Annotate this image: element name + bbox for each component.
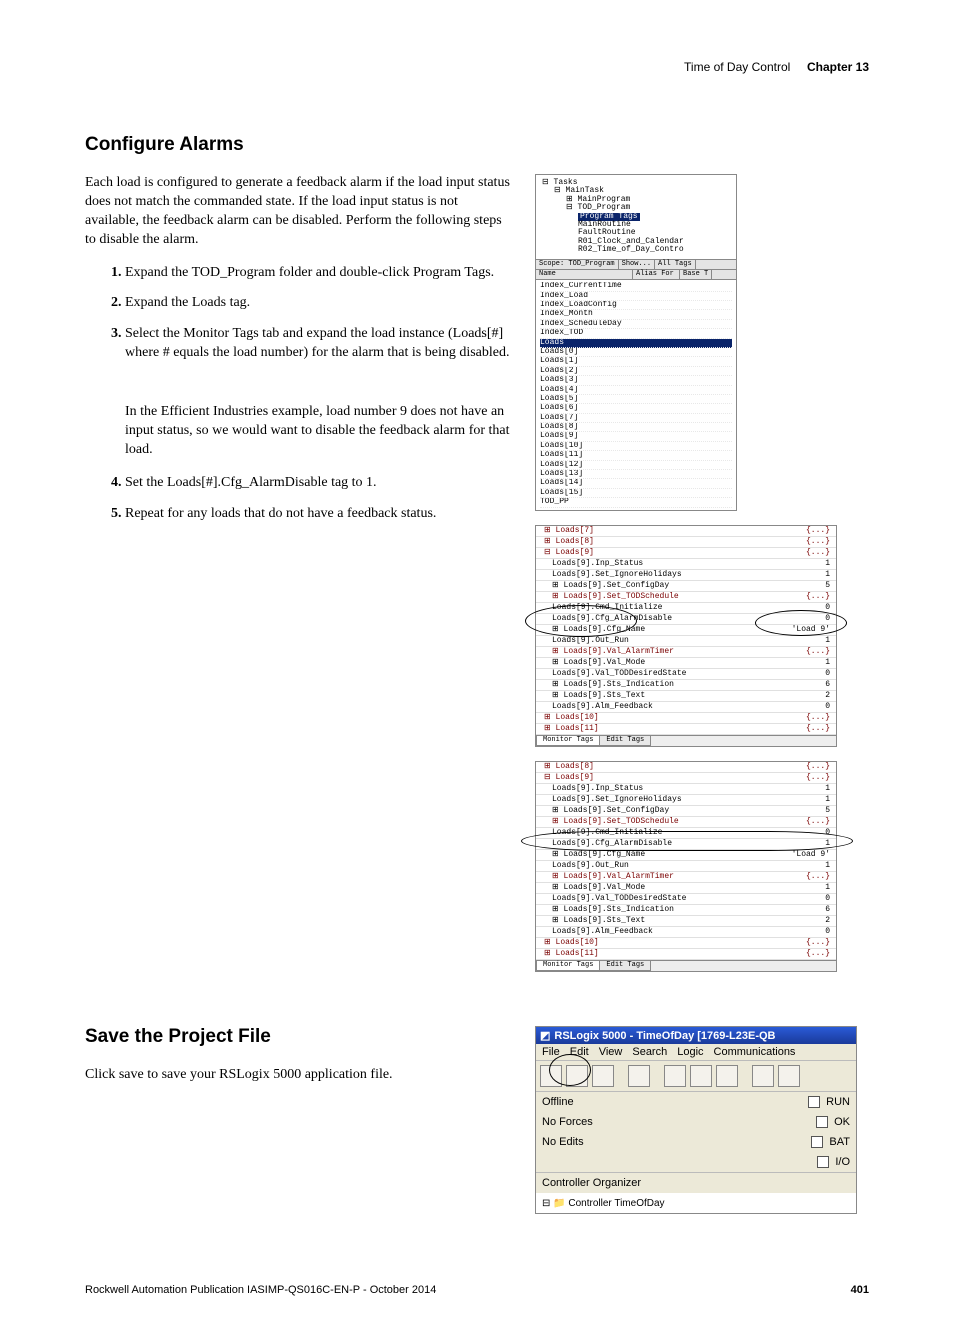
header-chapter: Chapter 13	[807, 60, 869, 74]
screenshot-loads-before: ⊞ Loads[7]{...} ⊞ Loads[8]{...} ⊟ Loads[…	[535, 525, 855, 747]
controller-node: Controller TimeOfDay	[568, 1198, 664, 1209]
header-title: Time of Day Control	[684, 60, 790, 74]
toolbar-button	[664, 1065, 686, 1087]
step-3: Select the Monitor Tags tab and expand t…	[125, 325, 515, 363]
section1-screenshots-column: ⊟ Tasks ⊟ MainTask ⊞ MainProgram ⊟ TOD_P…	[535, 174, 855, 986]
page-footer: Rockwell Automation Publication IASIMP-Q…	[85, 1284, 869, 1296]
grid-body: Index_CurrentTimeIndex_Load Index_LoadCo…	[536, 280, 736, 509]
menu-view: View	[599, 1046, 623, 1058]
menubar: File Edit View Search Logic Communicatio…	[536, 1044, 856, 1061]
tab-monitor-tags: Monitor Tags	[536, 961, 600, 971]
toolbar	[536, 1061, 856, 1092]
toolbar-button	[752, 1065, 774, 1087]
window-icon: ◩	[540, 1029, 550, 1042]
window-title: RSLogix 5000 - TimeOfDay [1769-L23E-QB	[554, 1030, 775, 1042]
grid-scope-label: Scope:	[539, 260, 564, 268]
footer-page-number: 401	[851, 1284, 869, 1296]
step-4: Set the Loads[#].Cfg_AlarmDisable tag to…	[125, 474, 515, 493]
menu-communications: Communications	[714, 1046, 796, 1058]
grid-col-name: Name	[536, 270, 633, 279]
status-io: I/O	[835, 1156, 850, 1168]
grid-show-label: Show...	[619, 260, 655, 269]
screenshot-rslogix-window: ◩RSLogix 5000 - TimeOfDay [1769-L23E-QB …	[535, 1026, 857, 1214]
section1-text-column: Each load is configured to generate a fe…	[85, 174, 515, 536]
menu-search: Search	[632, 1046, 667, 1058]
step-2: Expand the Loads tag.	[125, 294, 515, 313]
menu-file: File	[542, 1046, 560, 1058]
toolbar-button	[716, 1065, 738, 1087]
grid-col-alias: Alias For	[633, 270, 680, 279]
section2-text: Click save to save your RSLogix 5000 app…	[85, 1066, 515, 1085]
status-bat: BAT	[829, 1136, 850, 1148]
menu-edit: Edit	[570, 1046, 589, 1058]
toolbar-button	[690, 1065, 712, 1087]
tree-item: R02_Time_of_Day_Contro	[578, 245, 684, 254]
tree-item: TOD_Program	[578, 203, 631, 212]
status-noedits: No Edits	[542, 1136, 602, 1148]
checkbox-icon	[811, 1136, 823, 1148]
step-1: Expand the TOD_Program folder and double…	[125, 264, 515, 283]
status-noforces: No Forces	[542, 1116, 602, 1128]
checkbox-icon	[808, 1096, 820, 1108]
grid-scope-value: TOD_Program	[568, 260, 614, 268]
grid-show-value: All Tags	[655, 260, 696, 269]
grid-col-base: Base T	[680, 270, 712, 279]
status-run: RUN	[826, 1096, 850, 1108]
screenshot-loads-after: ⊞ Loads[8]{...} ⊟ Loads[9]{...} Loads[9]…	[535, 761, 855, 972]
step-5: Repeat for any loads that do not have a …	[125, 505, 515, 524]
screenshot-program-tree: ⊟ Tasks ⊟ MainTask ⊞ MainProgram ⊟ TOD_P…	[535, 174, 737, 511]
step-3-note: In the Efficient Industries example, loa…	[85, 403, 515, 460]
checkbox-icon	[817, 1156, 829, 1168]
toolbar-button	[628, 1065, 650, 1087]
toolbar-button	[778, 1065, 800, 1087]
toolbar-button	[566, 1065, 588, 1087]
save-button	[592, 1065, 614, 1087]
checkbox-icon	[816, 1116, 828, 1128]
heading-save-project: Save the Project File	[85, 1026, 515, 1048]
section1-intro: Each load is configured to generate a fe…	[85, 174, 515, 250]
menu-logic: Logic	[677, 1046, 703, 1058]
status-ok: OK	[834, 1116, 850, 1128]
tab-monitor-tags: Monitor Tags	[536, 736, 600, 746]
footer-publication: Rockwell Automation Publication IASIMP-Q…	[85, 1284, 436, 1296]
status-offline: Offline	[542, 1096, 602, 1108]
page-header: Time of Day Control Chapter 13	[85, 60, 869, 74]
controller-organizer-header: Controller Organizer	[536, 1172, 856, 1193]
heading-configure-alarms: Configure Alarms	[85, 134, 869, 156]
tab-edit-tags: Edit Tags	[599, 736, 651, 746]
toolbar-button	[540, 1065, 562, 1087]
tab-edit-tags: Edit Tags	[599, 961, 651, 971]
